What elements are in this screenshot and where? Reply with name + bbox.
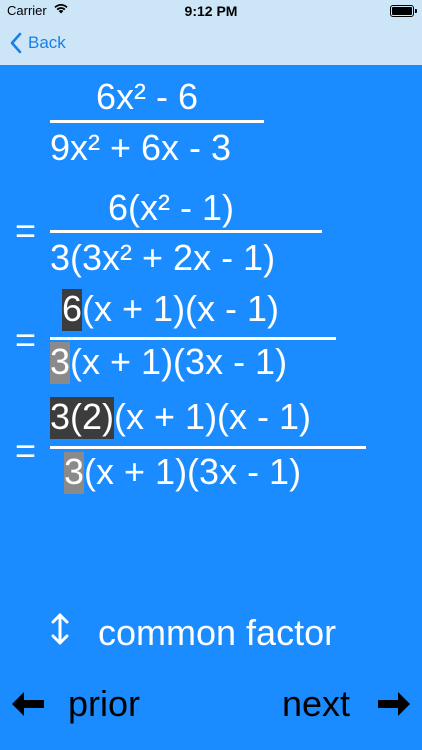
step2-numerator-rest: (x + 1)(x - 1): [82, 288, 280, 329]
prior-button[interactable]: prior: [10, 683, 140, 725]
step3-numerator-rest: (x + 1)(x - 1): [114, 396, 312, 437]
top-bar: Carrier 9:12 PM Back: [0, 0, 422, 65]
hint-toggle[interactable]: common factor: [48, 612, 336, 654]
step1-denominator: 3(3x² + 2x - 1): [50, 237, 276, 278]
next-button[interactable]: next: [282, 683, 412, 725]
step3-denominator-rest: (x + 1)(3x - 1): [84, 451, 302, 492]
step2-denominator-rest: (x + 1)(3x - 1): [70, 341, 288, 382]
back-label: Back: [28, 33, 66, 52]
step0-denominator: 9x² + 6x - 3: [50, 127, 232, 168]
app-screen: Carrier 9:12 PM Back 6x² - 6 9x² + 6x - …: [0, 0, 422, 750]
step2-numerator-factor-highlight: 6: [62, 288, 83, 331]
step1-equals: =: [15, 210, 37, 251]
arrow-left-icon: [12, 692, 44, 716]
step3-numerator: 3(2)(x + 1)(x - 1): [50, 397, 311, 439]
back-button[interactable]: Back: [10, 30, 66, 56]
step2-denominator-factor-highlight: 3: [50, 341, 71, 384]
step3-denominator: 3(x + 1)(3x - 1): [64, 452, 301, 494]
step1-numerator: 6(x² - 1): [108, 187, 234, 228]
hint-label: common factor: [98, 612, 337, 653]
step3-equals: =: [15, 430, 37, 471]
battery-icon: [390, 5, 417, 17]
step2-equals: =: [15, 319, 37, 360]
arrow-right-icon: [378, 692, 410, 716]
step0-numerator: 6x² - 6: [96, 76, 199, 117]
chevron-left-icon: [10, 32, 22, 54]
step3-numerator-factor-highlight: 3(2): [50, 396, 115, 439]
up-down-arrows-icon: [48, 613, 72, 653]
step2-numerator: 6(x + 1)(x - 1): [62, 289, 279, 331]
step2-denominator: 3(x + 1)(3x - 1): [50, 342, 287, 384]
step1-fraction-bar: [50, 230, 322, 233]
clock-label: 9:12 PM: [184, 3, 238, 19]
prior-label: prior: [68, 683, 141, 724]
next-label: next: [281, 683, 350, 724]
step3-fraction-bar: [50, 446, 366, 449]
step2-fraction-bar: [50, 337, 336, 340]
step0-fraction-bar: [50, 120, 264, 123]
step3-denominator-factor-highlight: 3: [64, 451, 85, 494]
